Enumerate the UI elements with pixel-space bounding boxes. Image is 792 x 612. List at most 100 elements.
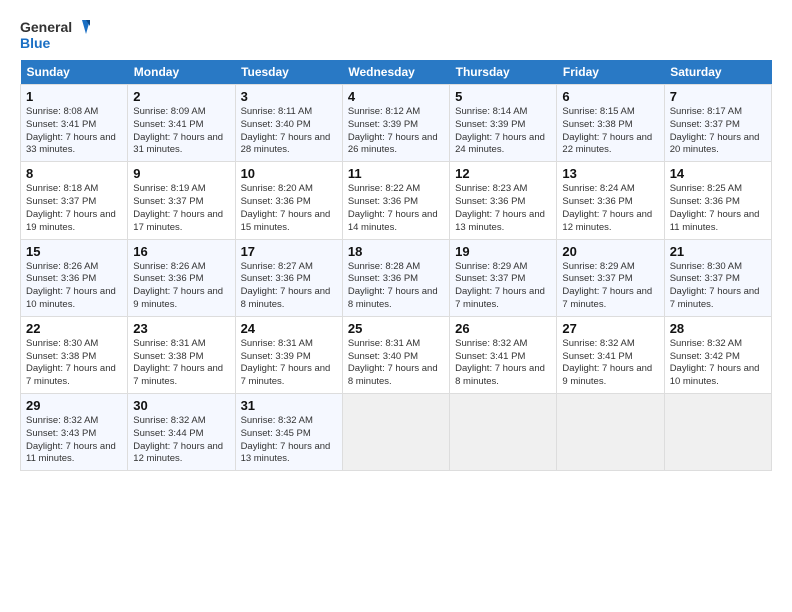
calendar-cell: [450, 394, 557, 471]
day-number: 21: [670, 244, 766, 259]
sunset-label: Sunset: 3:41 PM: [455, 351, 525, 362]
calendar-cell: 4 Sunrise: 8:12 AM Sunset: 3:39 PM Dayli…: [342, 85, 449, 162]
calendar-cell: 21 Sunrise: 8:30 AM Sunset: 3:37 PM Dayl…: [664, 239, 771, 316]
sunrise-label: Sunrise: 8:14 AM: [455, 106, 527, 117]
day-info: Sunrise: 8:32 AM Sunset: 3:41 PM Dayligh…: [455, 338, 551, 389]
calendar-table: SundayMondayTuesdayWednesdayThursdayFrid…: [20, 60, 772, 471]
calendar-cell: 16 Sunrise: 8:26 AM Sunset: 3:36 PM Dayl…: [128, 239, 235, 316]
day-number: 2: [133, 89, 229, 104]
calendar-cell: 2 Sunrise: 8:09 AM Sunset: 3:41 PM Dayli…: [128, 85, 235, 162]
dow-header-thursday: Thursday: [450, 60, 557, 85]
day-number: 4: [348, 89, 444, 104]
day-info: Sunrise: 8:14 AM Sunset: 3:39 PM Dayligh…: [455, 106, 551, 157]
page: General Blue SundayMondayTuesdayWednesda…: [0, 0, 792, 612]
sunset-label: Sunset: 3:37 PM: [26, 196, 96, 207]
day-number: 1: [26, 89, 122, 104]
daylight-label: Daylight: 7 hours and 7 minutes.: [241, 363, 331, 387]
sunset-label: Sunset: 3:45 PM: [241, 428, 311, 439]
day-number: 31: [241, 398, 337, 413]
sunrise-label: Sunrise: 8:28 AM: [348, 261, 420, 272]
calendar-cell: 29 Sunrise: 8:32 AM Sunset: 3:43 PM Dayl…: [21, 394, 128, 471]
week-row-4: 22 Sunrise: 8:30 AM Sunset: 3:38 PM Dayl…: [21, 316, 772, 393]
day-number: 19: [455, 244, 551, 259]
day-info: Sunrise: 8:24 AM Sunset: 3:36 PM Dayligh…: [562, 183, 658, 234]
calendar-cell: [342, 394, 449, 471]
day-number: 11: [348, 166, 444, 181]
sunset-label: Sunset: 3:37 PM: [455, 273, 525, 284]
sunset-label: Sunset: 3:38 PM: [26, 351, 96, 362]
day-info: Sunrise: 8:32 AM Sunset: 3:45 PM Dayligh…: [241, 415, 337, 466]
day-info: Sunrise: 8:17 AM Sunset: 3:37 PM Dayligh…: [670, 106, 766, 157]
day-number: 15: [26, 244, 122, 259]
sunset-label: Sunset: 3:41 PM: [133, 119, 203, 130]
calendar-cell: 5 Sunrise: 8:14 AM Sunset: 3:39 PM Dayli…: [450, 85, 557, 162]
calendar-cell: [664, 394, 771, 471]
calendar-cell: 3 Sunrise: 8:11 AM Sunset: 3:40 PM Dayli…: [235, 85, 342, 162]
day-info: Sunrise: 8:32 AM Sunset: 3:42 PM Dayligh…: [670, 338, 766, 389]
sunrise-label: Sunrise: 8:32 AM: [133, 415, 205, 426]
days-of-week-row: SundayMondayTuesdayWednesdayThursdayFrid…: [21, 60, 772, 85]
sunset-label: Sunset: 3:36 PM: [26, 273, 96, 284]
sunrise-label: Sunrise: 8:32 AM: [26, 415, 98, 426]
daylight-label: Daylight: 7 hours and 7 minutes.: [562, 286, 652, 310]
sunrise-label: Sunrise: 8:19 AM: [133, 183, 205, 194]
daylight-label: Daylight: 7 hours and 9 minutes.: [562, 363, 652, 387]
sunrise-label: Sunrise: 8:11 AM: [241, 106, 313, 117]
sunrise-label: Sunrise: 8:32 AM: [670, 338, 742, 349]
daylight-label: Daylight: 7 hours and 7 minutes.: [670, 286, 760, 310]
day-number: 20: [562, 244, 658, 259]
daylight-label: Daylight: 7 hours and 7 minutes.: [133, 363, 223, 387]
sunrise-label: Sunrise: 8:23 AM: [455, 183, 527, 194]
daylight-label: Daylight: 7 hours and 12 minutes.: [133, 441, 223, 465]
dow-header-saturday: Saturday: [664, 60, 771, 85]
sunset-label: Sunset: 3:36 PM: [455, 196, 525, 207]
daylight-label: Daylight: 7 hours and 33 minutes.: [26, 132, 116, 156]
day-info: Sunrise: 8:27 AM Sunset: 3:36 PM Dayligh…: [241, 261, 337, 312]
sunset-label: Sunset: 3:37 PM: [133, 196, 203, 207]
day-number: 28: [670, 321, 766, 336]
sunrise-label: Sunrise: 8:30 AM: [670, 261, 742, 272]
calendar-cell: 6 Sunrise: 8:15 AM Sunset: 3:38 PM Dayli…: [557, 85, 664, 162]
sunrise-label: Sunrise: 8:24 AM: [562, 183, 634, 194]
day-number: 10: [241, 166, 337, 181]
day-number: 9: [133, 166, 229, 181]
day-number: 12: [455, 166, 551, 181]
calendar-cell: 20 Sunrise: 8:29 AM Sunset: 3:37 PM Dayl…: [557, 239, 664, 316]
day-info: Sunrise: 8:26 AM Sunset: 3:36 PM Dayligh…: [26, 261, 122, 312]
calendar-cell: 10 Sunrise: 8:20 AM Sunset: 3:36 PM Dayl…: [235, 162, 342, 239]
day-number: 30: [133, 398, 229, 413]
sunset-label: Sunset: 3:37 PM: [562, 273, 632, 284]
calendar-cell: 7 Sunrise: 8:17 AM Sunset: 3:37 PM Dayli…: [664, 85, 771, 162]
dow-header-friday: Friday: [557, 60, 664, 85]
sunrise-label: Sunrise: 8:26 AM: [26, 261, 98, 272]
day-number: 14: [670, 166, 766, 181]
daylight-label: Daylight: 7 hours and 20 minutes.: [670, 132, 760, 156]
sunset-label: Sunset: 3:36 PM: [670, 196, 740, 207]
daylight-label: Daylight: 7 hours and 11 minutes.: [26, 441, 116, 465]
daylight-label: Daylight: 7 hours and 15 minutes.: [241, 209, 331, 233]
header: General Blue: [20, 16, 772, 54]
daylight-label: Daylight: 7 hours and 8 minutes.: [348, 363, 438, 387]
sunset-label: Sunset: 3:38 PM: [133, 351, 203, 362]
sunrise-label: Sunrise: 8:30 AM: [26, 338, 98, 349]
day-number: 25: [348, 321, 444, 336]
daylight-label: Daylight: 7 hours and 26 minutes.: [348, 132, 438, 156]
day-info: Sunrise: 8:32 AM Sunset: 3:41 PM Dayligh…: [562, 338, 658, 389]
day-info: Sunrise: 8:29 AM Sunset: 3:37 PM Dayligh…: [562, 261, 658, 312]
sunrise-label: Sunrise: 8:22 AM: [348, 183, 420, 194]
sunset-label: Sunset: 3:44 PM: [133, 428, 203, 439]
sunset-label: Sunset: 3:36 PM: [348, 196, 418, 207]
day-number: 22: [26, 321, 122, 336]
calendar-cell: 17 Sunrise: 8:27 AM Sunset: 3:36 PM Dayl…: [235, 239, 342, 316]
calendar-cell: 26 Sunrise: 8:32 AM Sunset: 3:41 PM Dayl…: [450, 316, 557, 393]
daylight-label: Daylight: 7 hours and 28 minutes.: [241, 132, 331, 156]
day-number: 16: [133, 244, 229, 259]
day-info: Sunrise: 8:22 AM Sunset: 3:36 PM Dayligh…: [348, 183, 444, 234]
day-number: 17: [241, 244, 337, 259]
day-number: 27: [562, 321, 658, 336]
calendar-cell: 31 Sunrise: 8:32 AM Sunset: 3:45 PM Dayl…: [235, 394, 342, 471]
day-info: Sunrise: 8:23 AM Sunset: 3:36 PM Dayligh…: [455, 183, 551, 234]
calendar-cell: 13 Sunrise: 8:24 AM Sunset: 3:36 PM Dayl…: [557, 162, 664, 239]
sunrise-label: Sunrise: 8:26 AM: [133, 261, 205, 272]
week-row-1: 1 Sunrise: 8:08 AM Sunset: 3:41 PM Dayli…: [21, 85, 772, 162]
